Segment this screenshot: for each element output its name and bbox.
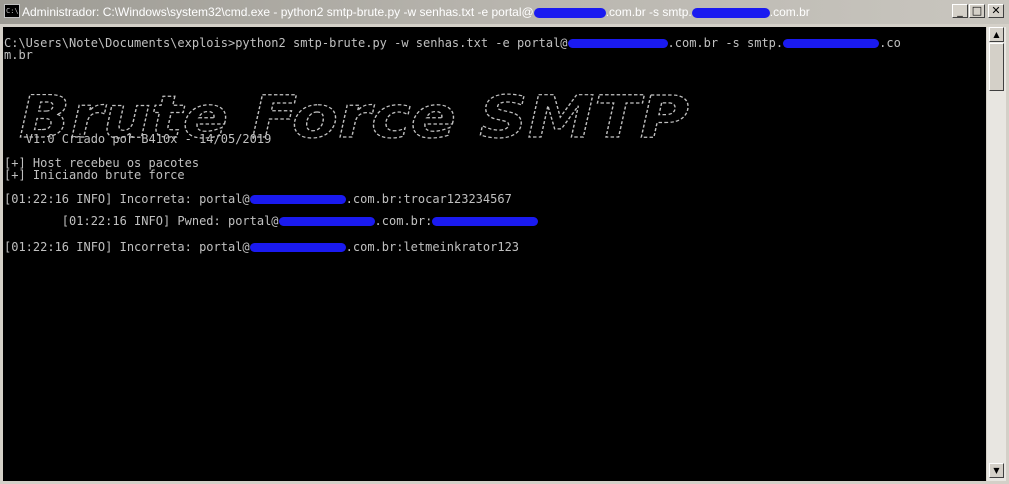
redaction-mark bbox=[278, 217, 375, 226]
console-window: C:\ Administrador: C:\Windows\system32\c… bbox=[0, 0, 1009, 484]
log-text: .com.br:letmeinkrator123 bbox=[345, 240, 520, 254]
cmd-icon[interactable]: C:\ bbox=[4, 4, 20, 18]
log-line: [01:22:16 INFO] Incorreta: portal@ .com.b… bbox=[4, 241, 519, 253]
log-text: [01:22:16 INFO] Incorreta: portal@ bbox=[4, 240, 250, 254]
console-output[interactable]: C:\Users\Note\Documents\explois>python2 … bbox=[3, 27, 986, 481]
title-text-part: .com.br bbox=[769, 5, 810, 19]
info-line: [+] Iniciando brute force bbox=[4, 168, 185, 182]
log-line: [01:22:16 INFO] Incorreta: portal@ .com.b… bbox=[4, 193, 512, 205]
log-text: [01:22:16 INFO] Incorreta: portal@ bbox=[4, 192, 250, 206]
scroll-thumb[interactable] bbox=[989, 43, 1004, 91]
log-text: [01:22:16 INFO] Pwned: portal@ bbox=[4, 214, 279, 228]
redaction-mark bbox=[249, 195, 346, 204]
command-text: C:\Users\Note\Documents\explois>python2 … bbox=[4, 36, 568, 50]
redaction-mark bbox=[249, 243, 346, 252]
scroll-up-icon[interactable]: ▲ bbox=[989, 27, 1004, 42]
version-line: V1.0 Criado por B410x - 14/05/2019 bbox=[4, 132, 272, 146]
command-text: .com.br -s smtp. bbox=[667, 36, 784, 50]
vertical-scrollbar[interactable]: ▲ ▼ bbox=[987, 27, 1006, 481]
minimize-button[interactable]: _ bbox=[952, 4, 968, 18]
redaction-mark bbox=[533, 7, 606, 18]
maximize-button[interactable]: □ bbox=[969, 4, 985, 18]
title-text-part: .com.br -s smtp. bbox=[605, 5, 692, 19]
title-bar[interactable]: C:\ Administrador: C:\Windows\system32\c… bbox=[0, 0, 1009, 24]
command-text: m.br bbox=[4, 48, 33, 62]
window-title: Administrador: C:\Windows\system32\cmd.e… bbox=[22, 5, 810, 19]
log-line-pwned: [01:22:16 INFO] Pwned: portal@ .com.br: bbox=[4, 214, 539, 228]
close-button[interactable]: ✕ bbox=[988, 4, 1004, 18]
command-line-wrap: m.br bbox=[4, 49, 33, 61]
scroll-down-icon[interactable]: ▼ bbox=[989, 463, 1004, 478]
title-text-part: Administrador: C:\Windows\system32\cmd.e… bbox=[22, 5, 534, 19]
log-text: .com.br:trocar123234567 bbox=[345, 192, 512, 206]
log-text: .com.br: bbox=[374, 214, 433, 228]
command-text: .co bbox=[879, 36, 901, 50]
ascii-banner: Brute Force SMTP bbox=[18, 82, 689, 151]
redaction-mark bbox=[783, 39, 880, 48]
redaction-mark bbox=[567, 39, 668, 48]
redaction-mark bbox=[432, 217, 539, 226]
redaction-mark bbox=[691, 7, 770, 18]
command-line: C:\Users\Note\Documents\explois>python2 … bbox=[4, 37, 901, 49]
